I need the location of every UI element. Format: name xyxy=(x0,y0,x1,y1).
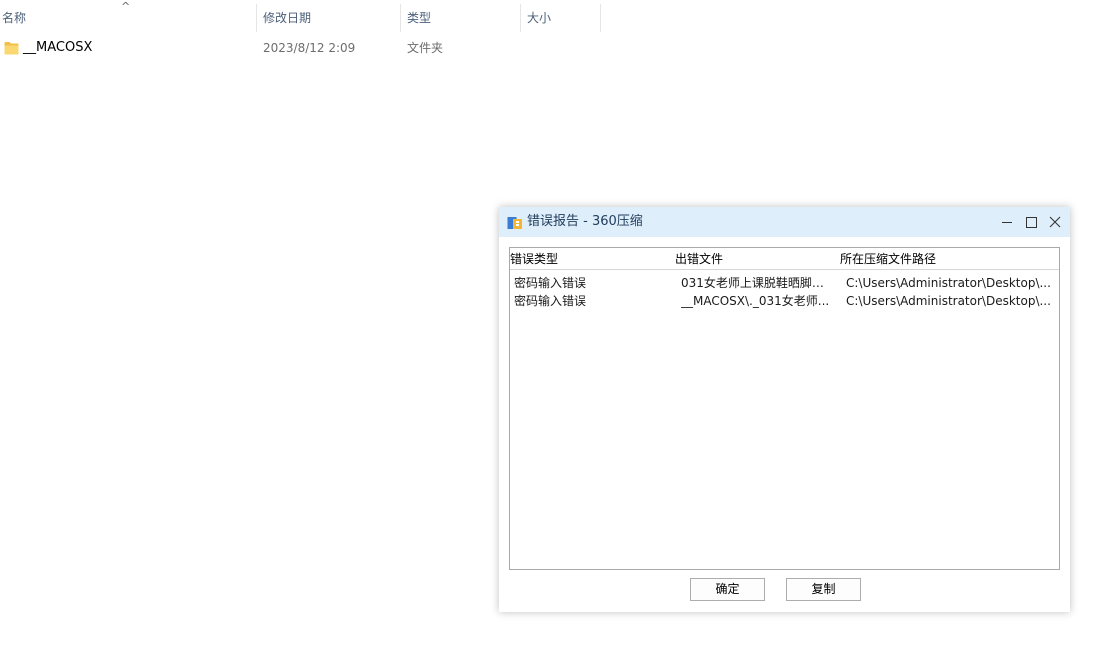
column-header-name-label: 名称 xyxy=(2,11,27,25)
header-error-file[interactable]: 出错文件 xyxy=(675,248,723,270)
maximize-icon xyxy=(1026,217,1037,228)
close-icon xyxy=(1049,216,1061,228)
file-type: 文件夹 xyxy=(407,41,444,55)
archive-path-cell: C:\Users\Administrator\Desktop\... xyxy=(846,294,1051,308)
archive-path-cell: C:\Users\Administrator\Desktop\... xyxy=(846,276,1051,290)
minimize-icon xyxy=(1002,222,1012,223)
archive-icon xyxy=(507,217,522,229)
minimize-button[interactable] xyxy=(995,207,1019,237)
error-report-dialog: 错误报告 - 360压缩 错误类型 出错文件 所在压缩文件路径 密码输入错误 0 xyxy=(499,207,1070,612)
column-header-size[interactable]: 大小 xyxy=(525,0,600,34)
folder-icon xyxy=(4,42,19,55)
column-header-size-label: 大小 xyxy=(527,11,552,25)
column-header-type[interactable]: 类型 xyxy=(405,0,520,34)
sort-ascending-icon: ^ xyxy=(121,0,131,13)
error-list[interactable]: 错误类型 出错文件 所在压缩文件路径 密码输入错误 031女老师上课脱鞋晒脚集.… xyxy=(509,247,1060,570)
file-name: __MACOSX xyxy=(23,40,93,55)
file-modified-date: 2023/8/12 2:09 xyxy=(263,41,356,55)
header-error-type[interactable]: 错误类型 xyxy=(510,248,558,270)
ok-button[interactable]: 确定 xyxy=(690,578,765,601)
error-row[interactable]: 密码输入错误 031女老师上课脱鞋晒脚集... C:\Users\Adminis… xyxy=(510,274,1059,292)
column-header-modified-label: 修改日期 xyxy=(263,11,312,25)
column-separator[interactable] xyxy=(600,4,601,32)
column-header-type-label: 类型 xyxy=(407,11,432,25)
header-archive-path[interactable]: 所在压缩文件路径 xyxy=(840,248,936,270)
copy-button[interactable]: 复制 xyxy=(786,578,861,601)
close-button[interactable] xyxy=(1043,207,1067,237)
column-header-modified[interactable]: 修改日期 xyxy=(261,0,400,34)
error-file-cell: __MACOSX\._031女老师... xyxy=(681,294,830,308)
column-separator[interactable] xyxy=(520,4,521,32)
column-separator[interactable] xyxy=(400,4,401,32)
error-row[interactable]: 密码输入错误 __MACOSX\._031女老师... C:\Users\Adm… xyxy=(510,292,1059,310)
maximize-button[interactable] xyxy=(1019,207,1043,237)
error-type-cell: 密码输入错误 xyxy=(514,276,587,290)
column-separator[interactable] xyxy=(256,4,257,32)
file-row[interactable]: __MACOSX 2023/8/12 2:09 文件夹 xyxy=(0,37,600,59)
dialog-title: 错误报告 - 360压缩 xyxy=(527,214,643,229)
error-list-header: 错误类型 出错文件 所在压缩文件路径 xyxy=(510,248,1059,270)
dialog-titlebar[interactable]: 错误报告 - 360压缩 xyxy=(499,207,1070,237)
error-file-cell: 031女老师上课脱鞋晒脚集... xyxy=(681,276,833,290)
error-type-cell: 密码输入错误 xyxy=(514,294,587,308)
